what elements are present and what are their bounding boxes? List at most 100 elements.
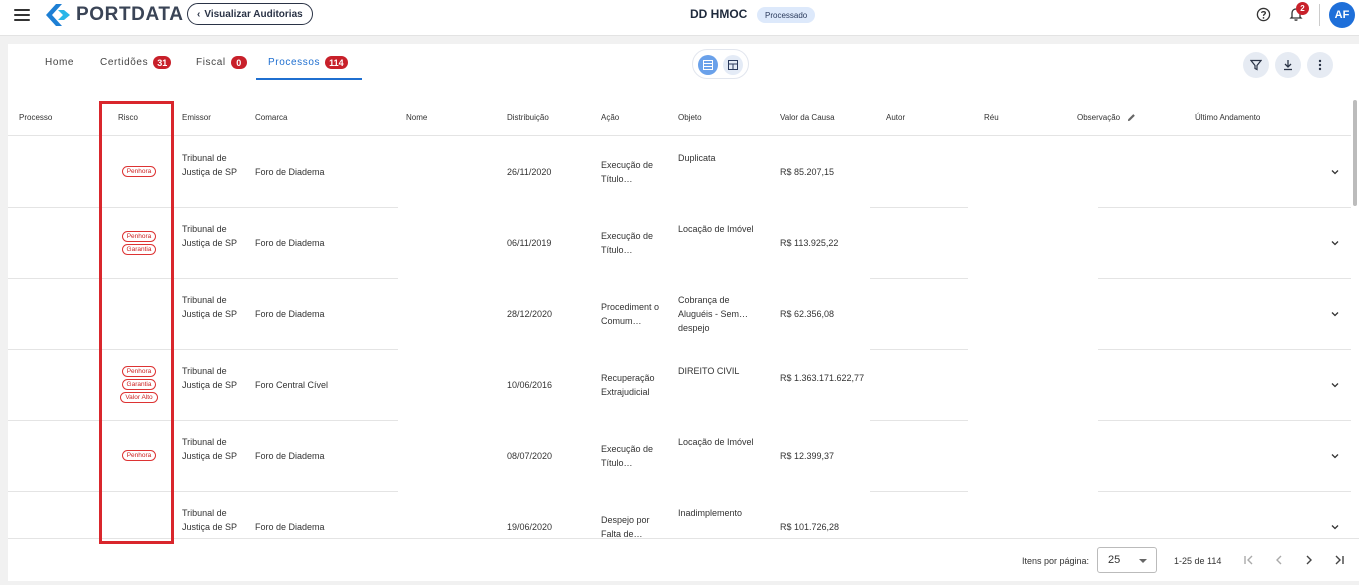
more-vertical-icon <box>1318 59 1322 71</box>
tab-home[interactable]: Home <box>45 44 74 81</box>
active-tab-indicator <box>256 78 362 80</box>
top-bar: PORTDATA ‹ Visualizar Auditorias DD HMOC… <box>0 0 1359 36</box>
view-audits-label: Visualizar Auditorias <box>204 8 303 20</box>
tab-fiscal[interactable]: Fiscal 0 <box>196 44 247 81</box>
cell-objeto: DIREITO CIVIL <box>678 366 740 376</box>
tab-count-badge: 114 <box>325 56 348 69</box>
tab-certidoes[interactable]: Certidões 31 <box>100 44 172 81</box>
cell-objeto: Inadimplemento <box>678 508 743 518</box>
chevron-down-icon[interactable] <box>1330 238 1340 248</box>
cell-emissor: Tribunal de Justiça de SP <box>182 295 238 319</box>
column-header-comarca[interactable]: Comarca <box>255 113 287 122</box>
more-options-button[interactable] <box>1307 52 1333 78</box>
column-header-autor[interactable]: Autor <box>886 113 905 122</box>
cell-comarca: Foro de Diadema <box>255 522 325 532</box>
notification-count-badge: 2 <box>1296 2 1309 15</box>
tab-count-badge: 31 <box>153 56 172 69</box>
divider <box>1319 4 1320 26</box>
portdata-logo-icon <box>46 4 70 26</box>
cell-valor-causa: R$ 101.726,28 <box>780 522 840 532</box>
cell-distribuicao: 06/11/2019 <box>507 238 552 248</box>
cell-distribuicao: 28/12/2020 <box>507 309 553 319</box>
chevron-down-icon[interactable] <box>1330 167 1340 177</box>
list-view-icon <box>703 60 713 70</box>
column-header-reu[interactable]: Réu <box>984 113 999 122</box>
pagination-bar: Itens por página: 25 1-25 de 114 <box>8 538 1359 581</box>
cell-acao: Execução de Título… <box>601 444 654 468</box>
cell-acao: Procediment o Comum… <box>601 302 660 326</box>
cell-distribuicao: 08/07/2020 <box>507 451 553 461</box>
dropdown-arrow-icon <box>1139 559 1147 563</box>
cell-valor-causa: R$ 1.363.171.622,77 <box>780 373 865 383</box>
menu-icon[interactable] <box>14 9 30 23</box>
cell-valor-causa: R$ 85.207,15 <box>780 167 835 177</box>
table-header: Processo Risco Emissor Comarca Nome Dist… <box>8 102 1351 136</box>
column-header-objeto[interactable]: Objeto <box>678 113 702 122</box>
column-header-observacao[interactable]: Observação <box>1077 113 1120 122</box>
cell-distribuicao: 10/06/2016 <box>507 380 553 390</box>
filter-button[interactable] <box>1243 52 1269 78</box>
cell-emissor: Tribunal de Justiça de SP <box>182 366 238 390</box>
first-page-icon[interactable] <box>1241 552 1257 568</box>
column-header-emissor[interactable]: Emissor <box>182 113 211 122</box>
main-card: Home Certidões 31 Fiscal 0 Processos 114 <box>8 44 1359 581</box>
tab-label: Fiscal <box>196 57 226 68</box>
table-row[interactable]: Penhora Garantia Tribunal de Justiça de SP… <box>8 208 1351 279</box>
list-view-button[interactable] <box>698 55 718 75</box>
status-badge: Processado <box>757 7 816 23</box>
grid-view-icon <box>728 60 738 70</box>
logo: PORTDATA <box>46 4 184 26</box>
column-header-valor-causa[interactable]: Valor da Causa <box>780 113 835 122</box>
download-button[interactable] <box>1275 52 1301 78</box>
column-header-distribuicao[interactable]: Distribuição <box>507 113 549 122</box>
cell-comarca: Foro de Diadema <box>255 238 325 248</box>
cell-emissor: Tribunal de Justiça de SP <box>182 508 238 532</box>
view-audits-button[interactable]: ‹ Visualizar Auditorias <box>187 3 313 25</box>
cell-acao: Execução de Título… <box>601 231 654 255</box>
column-header-processo[interactable]: Processo <box>19 113 52 122</box>
column-header-acao[interactable]: Ação <box>601 113 619 122</box>
previous-page-icon[interactable] <box>1271 552 1287 568</box>
table-row[interactable]: Penhora Tribunal de Justiça de SP Foro de … <box>8 421 1351 492</box>
next-page-icon[interactable] <box>1301 552 1317 568</box>
page-title: DD HMOC <box>690 7 748 21</box>
help-circle-icon[interactable] <box>1256 7 1271 22</box>
cell-comarca: Foro de Diadema <box>255 167 325 177</box>
pencil-icon[interactable] <box>1127 113 1136 122</box>
cell-acao: Recuperação Extrajudicial <box>601 373 655 397</box>
tab-processos[interactable]: Processos 114 <box>268 44 348 81</box>
cell-emissor: Tribunal de Justiça de SP <box>182 224 238 248</box>
items-per-page-value: 25 <box>1108 554 1121 566</box>
chevron-left-icon: ‹ <box>197 8 201 20</box>
page-range: 1-25 de 114 <box>1174 556 1222 566</box>
items-per-page-label: Itens por página: <box>1022 556 1090 566</box>
table-scrollbar[interactable] <box>1353 100 1357 206</box>
cell-valor-causa: R$ 113.925,22 <box>780 238 839 248</box>
column-header-nome[interactable]: Nome <box>406 113 427 122</box>
chevron-down-icon[interactable] <box>1330 451 1340 461</box>
table-row[interactable]: Penhora Garantia Valor Alto Tribunal de Jus… <box>8 350 1351 421</box>
cell-objeto: Duplicata <box>678 153 716 163</box>
download-icon <box>1284 60 1292 71</box>
chevron-down-icon[interactable] <box>1330 522 1340 532</box>
table-row[interactable]: Tribunal de Justiça de SP Foro de Diadema… <box>8 492 1351 538</box>
user-avatar[interactable]: AF <box>1329 2 1355 28</box>
cell-distribuicao: 19/06/2020 <box>507 522 553 532</box>
cell-emissor: Tribunal de Justiça de SP <box>182 437 238 461</box>
column-header-ultimo-andamento[interactable]: Último Andamento <box>1195 113 1260 122</box>
risk-column-highlight <box>99 101 174 544</box>
table-row[interactable]: Tribunal de Justiça de SP Foro de Diadema… <box>8 279 1351 350</box>
view-toggle <box>692 49 749 79</box>
cell-valor-causa: R$ 62.356,08 <box>780 309 835 319</box>
table-row[interactable]: Penhora Tribunal de Justiça de SP Foro de … <box>8 137 1351 208</box>
tab-label: Home <box>45 57 75 68</box>
cell-comarca: Foro Central Cível <box>255 380 329 390</box>
chevron-down-icon[interactable] <box>1330 309 1340 319</box>
chevron-down-icon[interactable] <box>1330 380 1340 390</box>
tab-label: Certidões <box>100 57 149 68</box>
cell-comarca: Foro de Diadema <box>255 309 325 319</box>
cell-objeto: Cobrança de Aluguéis - Sem… despejo <box>678 295 749 333</box>
items-per-page-select[interactable]: 25 <box>1097 547 1157 573</box>
last-page-icon[interactable] <box>1331 552 1347 568</box>
grid-view-button[interactable] <box>723 55 743 75</box>
